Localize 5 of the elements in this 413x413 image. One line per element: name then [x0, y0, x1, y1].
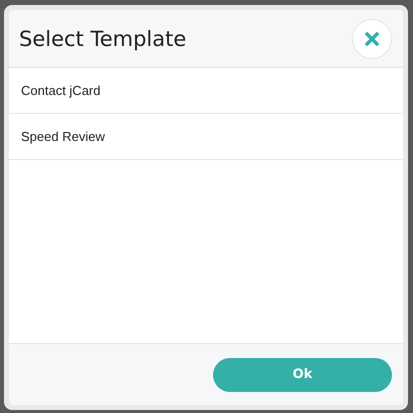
close-button[interactable] — [352, 18, 392, 58]
template-item[interactable]: Contact jCard — [9, 68, 403, 114]
dialog-title: Select Template — [19, 26, 186, 50]
close-icon — [365, 32, 379, 46]
template-item[interactable]: Speed Review — [9, 114, 403, 160]
